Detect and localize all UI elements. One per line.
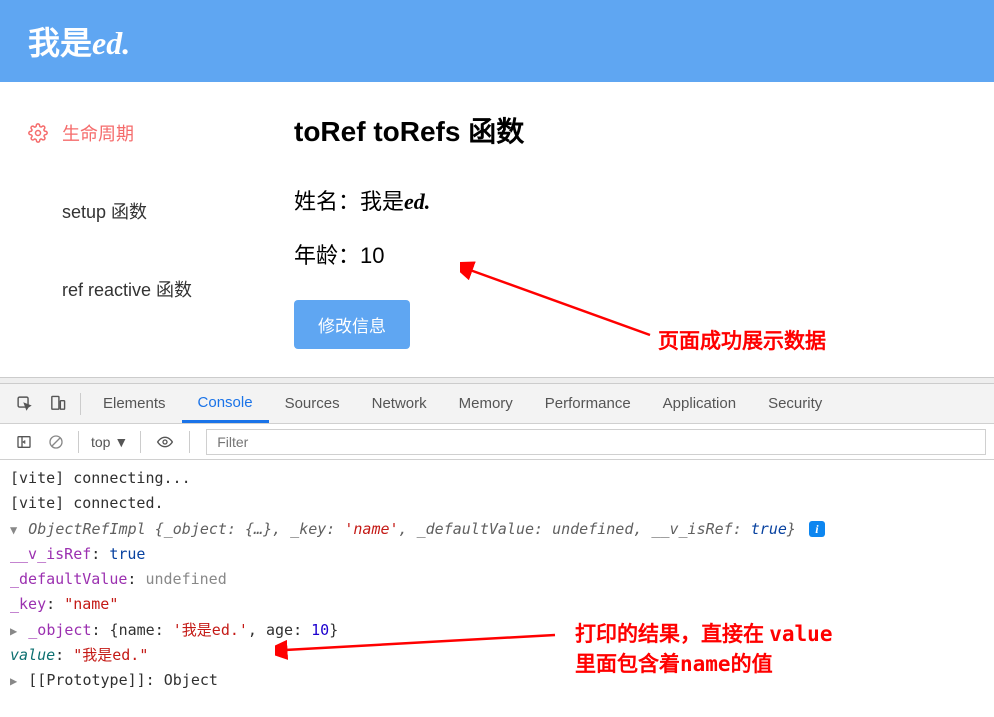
sidebar: 生命周期 setup 函数 ref reactive 函数 (0, 82, 290, 377)
gear-icon (28, 201, 48, 221)
eye-icon[interactable] (147, 434, 183, 450)
expand-arrow-icon[interactable]: ▼ (10, 521, 17, 540)
page-title: toRef toRefs 函数 (294, 110, 984, 150)
sidebar-item-label: ref reactive 函数 (62, 276, 192, 302)
tab-elements[interactable]: Elements (87, 384, 182, 423)
console-object[interactable]: ▼ ObjectRefImpl {_object: {…}, _key: 'na… (10, 517, 984, 542)
age-line: 年龄：10 (294, 238, 984, 270)
name-value-suffix: ed. (404, 189, 430, 214)
name-value-prefix: 我是 (360, 189, 404, 214)
age-value: 10 (360, 243, 384, 268)
tab-security[interactable]: Security (752, 384, 838, 423)
sidebar-item-label: setup 函数 (62, 198, 147, 224)
modify-button[interactable]: 修改信息 (294, 300, 410, 349)
tab-sources[interactable]: Sources (269, 384, 356, 423)
tab-network[interactable]: Network (356, 384, 443, 423)
app-title-suffix: ed. (92, 25, 130, 61)
device-icon[interactable] (41, 395, 74, 412)
console-log: [vite] connecting... (10, 466, 984, 491)
devtools-tabbar: Elements Console Sources Network Memory … (0, 384, 994, 424)
age-label: 年龄： (294, 243, 360, 268)
object-prop: _key: "name" (10, 592, 984, 617)
object-prop[interactable]: ▶ [[Prototype]]: Object (10, 668, 984, 693)
expand-arrow-icon[interactable]: ▶ (10, 672, 17, 691)
sidebar-item-setup[interactable]: setup 函数 (8, 172, 290, 250)
gear-icon (28, 123, 48, 143)
name-label: 姓名： (294, 189, 360, 214)
tab-performance[interactable]: Performance (529, 384, 647, 423)
sidebar-item-ref-reactive[interactable]: ref reactive 函数 (8, 250, 290, 328)
inspect-icon[interactable] (8, 395, 41, 412)
info-icon[interactable]: i (809, 521, 825, 537)
name-line: 姓名：我是ed. (294, 184, 984, 216)
console-log: [vite] connected. (10, 491, 984, 516)
filter-input[interactable] (206, 429, 986, 455)
sidebar-item-lifecycle[interactable]: 生命周期 (8, 94, 290, 172)
console-output: [vite] connecting... [vite] connected. ▼… (0, 460, 994, 699)
sidebar-toggle-icon[interactable] (8, 434, 40, 450)
context-selector[interactable]: top ▼ (91, 434, 128, 450)
gear-icon (28, 279, 48, 299)
app-title-prefix: 我是 (28, 25, 92, 61)
expand-arrow-icon[interactable]: ▶ (10, 622, 17, 641)
object-prop: _defaultValue: undefined (10, 567, 984, 592)
object-prop: value: "我是ed." (10, 643, 984, 668)
clear-icon[interactable] (40, 434, 72, 450)
object-prop: __v_isRef: true (10, 542, 984, 567)
tab-application[interactable]: Application (647, 384, 752, 423)
object-prop[interactable]: ▶ _object: {name: '我是ed.', age: 10} (10, 618, 984, 643)
devtools: Elements Console Sources Network Memory … (0, 383, 994, 699)
console-toolbar: top ▼ (0, 424, 994, 460)
main-content: toRef toRefs 函数 姓名：我是ed. 年龄：10 修改信息 (290, 82, 994, 377)
app-header: 我是ed. (0, 0, 994, 82)
sidebar-item-label: 生命周期 (62, 120, 134, 146)
tab-console[interactable]: Console (182, 384, 269, 423)
tab-memory[interactable]: Memory (443, 384, 529, 423)
